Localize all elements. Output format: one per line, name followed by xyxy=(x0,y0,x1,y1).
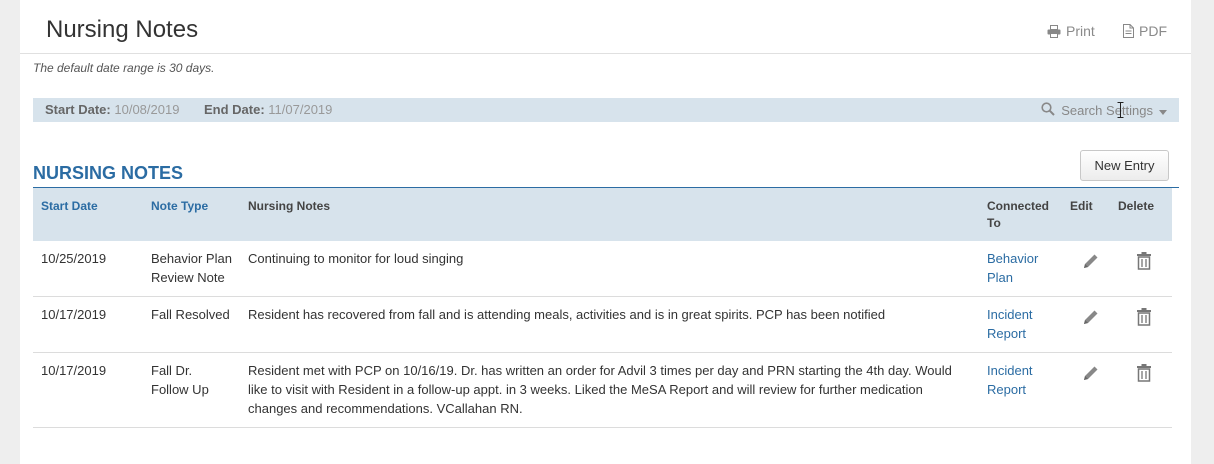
cell-note-type: Fall Dr. Follow Up xyxy=(143,352,240,428)
section-title: NURSING NOTES xyxy=(33,163,184,183)
start-date-filter[interactable]: Start Date: 10/08/2019 xyxy=(45,102,179,117)
page-header: Nursing Notes Print PDF xyxy=(20,0,1191,54)
column-header-nursing-notes: Nursing Notes xyxy=(240,188,979,241)
end-date-label: End Date: xyxy=(204,102,265,117)
text-cursor-icon xyxy=(1117,102,1124,123)
cell-start-date: 10/25/2019 xyxy=(33,241,143,297)
pencil-icon[interactable] xyxy=(1082,252,1100,275)
table-header-row: Start Date Note Type Nursing Notes Conne… xyxy=(33,188,1172,241)
end-date-filter[interactable]: End Date: 11/07/2019 xyxy=(204,102,332,117)
table-row: 10/17/2019 Fall Resolved Resident has re… xyxy=(33,296,1172,353)
table-row: 10/17/2019 Fall Dr. Follow Up Resident m… xyxy=(33,352,1172,428)
table-row: 10/25/2019 Behavior Plan Review Note Con… xyxy=(33,241,1172,297)
pdf-label: PDF xyxy=(1139,23,1167,39)
new-entry-button[interactable]: New Entry xyxy=(1080,150,1169,181)
cell-note-type: Behavior Plan Review Note xyxy=(143,241,240,297)
pencil-icon[interactable] xyxy=(1082,364,1100,387)
trash-icon[interactable] xyxy=(1136,364,1152,387)
search-settings-dropdown[interactable]: Search Settings xyxy=(1041,102,1167,119)
trash-icon[interactable] xyxy=(1136,252,1152,275)
connected-to-link[interactable]: Behavior Plan xyxy=(987,251,1038,285)
cell-nursing-note: Resident met with PCP on 10/16/19. Dr. h… xyxy=(240,352,979,428)
end-date-value: 11/07/2019 xyxy=(268,102,333,117)
pdf-button[interactable]: PDF xyxy=(1123,23,1167,39)
cell-connected-to: Behavior Plan xyxy=(979,241,1066,297)
cell-delete xyxy=(1116,352,1172,428)
cell-edit xyxy=(1066,241,1116,297)
column-header-connected-to: Connected To xyxy=(979,188,1066,241)
cell-connected-to: Incident Report xyxy=(979,296,1066,353)
cell-nursing-note: Continuing to monitor for loud singing xyxy=(240,241,979,297)
column-header-edit: Edit xyxy=(1066,188,1116,241)
start-date-value: 10/08/2019 xyxy=(114,102,180,117)
document-icon xyxy=(1123,24,1134,38)
connected-to-link[interactable]: Incident Report xyxy=(987,363,1033,397)
search-settings-label: Search Settings xyxy=(1061,103,1153,118)
cell-delete xyxy=(1116,296,1172,353)
page-title: Nursing Notes xyxy=(46,16,199,43)
printer-icon xyxy=(1047,24,1061,38)
cell-note-type: Fall Resolved xyxy=(143,296,240,353)
cell-start-date: 10/17/2019 xyxy=(33,352,143,428)
print-label: Print xyxy=(1066,23,1095,39)
nursing-notes-table: Start Date Note Type Nursing Notes Conne… xyxy=(33,188,1172,428)
column-header-note-type[interactable]: Note Type xyxy=(143,188,240,241)
column-header-start-date[interactable]: Start Date xyxy=(33,188,143,241)
filter-bar: Start Date: 10/08/2019 End Date: 11/07/2… xyxy=(33,98,1179,122)
date-range-hint: The default date range is 30 days. xyxy=(33,61,215,75)
cell-edit xyxy=(1066,352,1116,428)
nursing-notes-panel: Nursing Notes Print PDF The default date… xyxy=(20,0,1191,464)
print-button[interactable]: Print xyxy=(1047,23,1095,39)
cell-edit xyxy=(1066,296,1116,353)
trash-icon[interactable] xyxy=(1136,308,1152,331)
connected-to-link[interactable]: Incident Report xyxy=(987,307,1033,341)
magnifier-icon xyxy=(1041,102,1055,119)
cell-connected-to: Incident Report xyxy=(979,352,1066,428)
cell-start-date: 10/17/2019 xyxy=(33,296,143,353)
pencil-icon[interactable] xyxy=(1082,308,1100,331)
cell-nursing-note: Resident has recovered from fall and is … xyxy=(240,296,979,353)
cell-delete xyxy=(1116,241,1172,297)
caret-down-icon xyxy=(1159,103,1167,118)
start-date-label: Start Date: xyxy=(45,102,111,117)
column-header-delete: Delete xyxy=(1116,188,1172,241)
